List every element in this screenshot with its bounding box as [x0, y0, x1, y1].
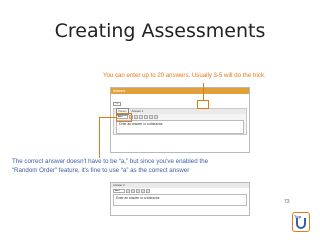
list-icon[interactable]: [141, 189, 145, 193]
link-icon[interactable]: [149, 115, 153, 119]
answer-count-row: 4: [111, 101, 249, 107]
italic-icon[interactable]: [131, 189, 135, 193]
callout-line-1: The correct answer doesn't have to be “a…: [12, 158, 209, 165]
answer-a-connector-v: [99, 117, 100, 158]
slide-title: Creating Assessments: [54, 20, 266, 42]
count-connector-line: [203, 83, 204, 100]
list-icon[interactable]: [144, 115, 148, 119]
callout-line-2: “Random Order” feature, it's fine to use…: [12, 166, 190, 174]
callout-answer-count: You can enter up to 20 answers. Usually …: [103, 72, 266, 79]
answer-a-connector-h: [99, 117, 116, 118]
answers-description: [111, 94, 249, 101]
italic-icon[interactable]: [134, 115, 138, 119]
bold-icon[interactable]: [126, 189, 130, 193]
answer-block-1: Correct Answer 1 Arial Enter an answer o…: [113, 108, 247, 135]
answer-2-screenshot: Answer 2 Arial Enter an answer or a dist…: [110, 182, 250, 216]
answer-label-2: Answer 2: [113, 183, 125, 187]
answer-count-select[interactable]: 4: [113, 102, 121, 106]
logo-u-icon: [296, 218, 306, 229]
answer-editor-1[interactable]: Enter an answer or a distractor.: [116, 120, 244, 134]
underline-icon[interactable]: [136, 189, 140, 193]
underline-icon[interactable]: [139, 115, 143, 119]
link-icon[interactable]: [146, 189, 150, 193]
font-select-2[interactable]: Arial: [113, 189, 125, 193]
callout-correct-answer: The correct answer doesn't have to be “a…: [12, 158, 212, 175]
answer-label-1: Answer 1: [131, 109, 144, 113]
page-number: 73: [284, 199, 290, 205]
image-icon[interactable]: [154, 115, 158, 119]
topu-logo: Top: [292, 212, 310, 232]
count-highlight: [197, 100, 209, 109]
answer-a-highlight: [116, 113, 132, 122]
answer-editor-2[interactable]: Enter an answer or a distractor.: [113, 194, 247, 206]
